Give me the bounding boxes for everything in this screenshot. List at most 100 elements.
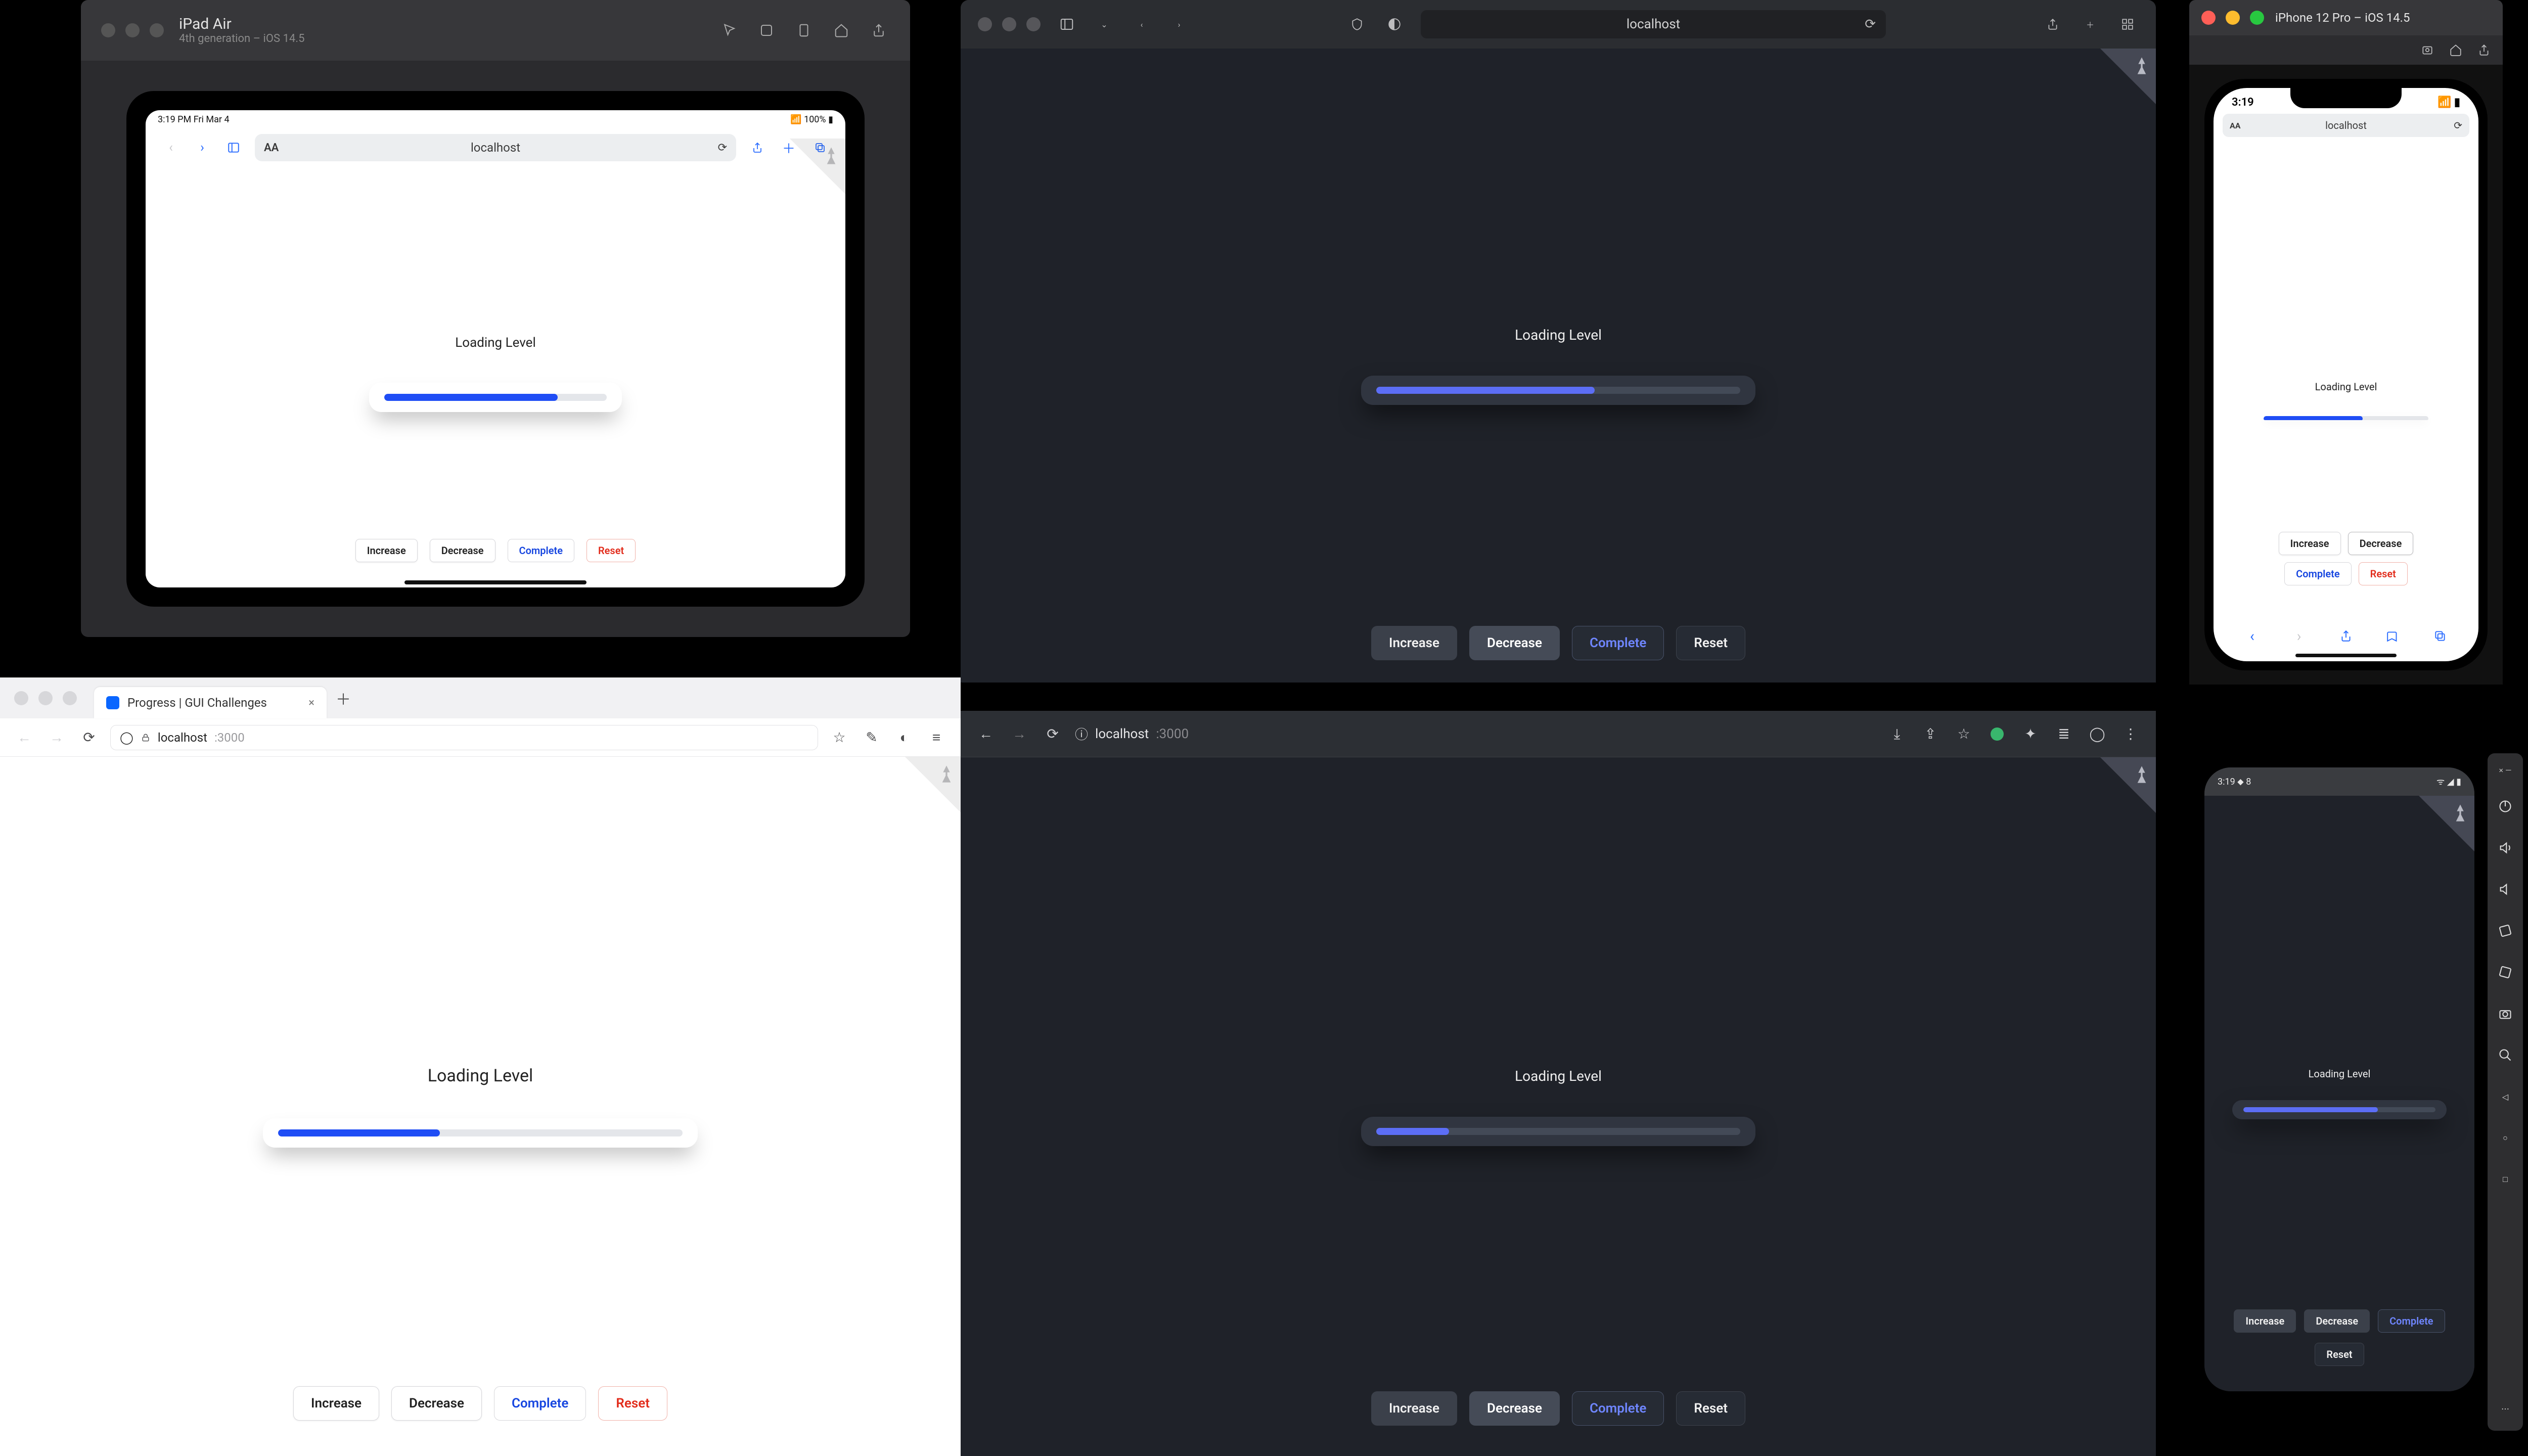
- forward-icon[interactable]: →: [1008, 723, 1030, 745]
- back-icon[interactable]: ‹: [161, 138, 181, 158]
- appearance-icon[interactable]: [1383, 13, 1406, 35]
- complete-button[interactable]: Complete: [2284, 562, 2351, 585]
- back-icon[interactable]: ←: [13, 726, 35, 749]
- back-nav-icon[interactable]: ◁: [2495, 1086, 2515, 1107]
- home-nav-icon[interactable]: ○: [2495, 1128, 2515, 1148]
- emulator-close-row[interactable]: × —: [2499, 765, 2512, 775]
- close-tab-icon[interactable]: ×: [308, 697, 314, 709]
- reset-button[interactable]: Reset: [586, 539, 636, 562]
- kebab-menu-icon[interactable]: ⋮: [2119, 723, 2142, 745]
- new-tab-button[interactable]: ＋: [331, 686, 356, 711]
- bookmarks-icon[interactable]: [2383, 626, 2403, 646]
- bookmark-star-icon[interactable]: ☆: [828, 726, 850, 749]
- chrome-url-field[interactable]: ⓘ localhost:3000: [1075, 724, 1875, 743]
- account-icon[interactable]: ◐: [893, 726, 915, 749]
- increase-button[interactable]: Increase: [2279, 532, 2341, 555]
- lock-icon[interactable]: [141, 733, 151, 743]
- back-icon[interactable]: ←: [975, 723, 997, 745]
- reset-button[interactable]: Reset: [1676, 626, 1745, 660]
- zoom-icon[interactable]: [2495, 1045, 2515, 1065]
- eyedropper-icon[interactable]: ✎: [861, 726, 883, 749]
- complete-button[interactable]: Complete: [1572, 626, 1664, 660]
- reload-icon[interactable]: ⟳: [2454, 119, 2462, 131]
- extension-icon[interactable]: [1986, 723, 2008, 745]
- forward-icon[interactable]: →: [46, 726, 68, 749]
- extensions-puzzle-icon[interactable]: ✦: [2019, 723, 2042, 745]
- forward-icon[interactable]: ›: [1168, 13, 1190, 35]
- bookmark-star-icon[interactable]: ☆: [1953, 723, 1975, 745]
- reload-icon[interactable]: ⟳: [718, 142, 727, 154]
- window-traffic-lights[interactable]: [101, 23, 164, 37]
- back-icon[interactable]: ‹: [2242, 626, 2262, 646]
- reset-button[interactable]: Reset: [1676, 1391, 1745, 1426]
- complete-button[interactable]: Complete: [1572, 1391, 1664, 1426]
- decrease-button[interactable]: Decrease: [391, 1386, 482, 1421]
- share-icon[interactable]: [2336, 626, 2356, 646]
- safari-url-field[interactable]: localhost ⟳: [1421, 10, 1886, 38]
- volume-down-icon[interactable]: [2495, 879, 2515, 899]
- sidebar-icon[interactable]: [223, 138, 244, 158]
- complete-button[interactable]: Complete: [508, 539, 574, 562]
- reset-button[interactable]: Reset: [598, 1386, 667, 1421]
- increase-button[interactable]: Increase: [2234, 1309, 2296, 1333]
- screenshot-icon[interactable]: [2421, 43, 2434, 57]
- screenshot-icon[interactable]: [755, 19, 778, 41]
- site-info-icon[interactable]: ⓘ: [1075, 724, 1088, 743]
- share-icon[interactable]: [747, 138, 768, 158]
- rotate-icon[interactable]: [793, 19, 815, 41]
- shield-icon[interactable]: [1346, 13, 1368, 35]
- reader-aa-icon[interactable]: AA: [264, 142, 279, 154]
- share-icon[interactable]: [2477, 43, 2491, 57]
- decrease-button[interactable]: Decrease: [2348, 532, 2414, 555]
- share-icon[interactable]: [868, 19, 890, 41]
- pointer-icon[interactable]: [718, 19, 740, 41]
- iphone-url-field[interactable]: AA localhost ⟳: [2223, 114, 2469, 137]
- reload-icon[interactable]: ⟳: [1042, 723, 1064, 745]
- firefox-url-field[interactable]: ◯ localhost:3000: [110, 725, 818, 750]
- decrease-button[interactable]: Decrease: [430, 539, 495, 562]
- tabs-icon[interactable]: [2116, 13, 2139, 35]
- volume-up-icon[interactable]: [2495, 838, 2515, 858]
- hamburger-menu-icon[interactable]: ≡: [925, 726, 947, 749]
- ipad-url-field[interactable]: AA localhost ⟳: [255, 134, 736, 161]
- share-icon[interactable]: ⇪: [1919, 723, 1942, 745]
- rotate-right-icon[interactable]: [2495, 962, 2515, 982]
- account-avatar-icon[interactable]: ◯: [2086, 723, 2108, 745]
- share-icon[interactable]: [2042, 13, 2064, 35]
- home-icon[interactable]: [830, 19, 852, 41]
- reload-icon[interactable]: ⟳: [78, 726, 100, 749]
- tabs-icon[interactable]: [2430, 626, 2450, 646]
- forward-icon[interactable]: ›: [192, 138, 212, 158]
- increase-button[interactable]: Increase: [293, 1386, 379, 1421]
- complete-button[interactable]: Complete: [494, 1386, 586, 1421]
- increase-button[interactable]: Increase: [1371, 1391, 1457, 1426]
- decrease-button[interactable]: Decrease: [1469, 1391, 1560, 1426]
- window-traffic-lights[interactable]: [2201, 11, 2264, 25]
- ipad-window-titlebar[interactable]: iPad Air 4th generation – iOS 14.5: [81, 0, 910, 61]
- power-icon[interactable]: [2495, 796, 2515, 816]
- complete-button[interactable]: Complete: [2378, 1309, 2445, 1333]
- home-icon[interactable]: [2449, 43, 2462, 57]
- sidebar-icon[interactable]: [1056, 13, 1078, 35]
- decrease-button[interactable]: Decrease: [2304, 1309, 2370, 1333]
- overview-nav-icon[interactable]: □: [2495, 1169, 2515, 1190]
- rotate-left-icon[interactable]: [2495, 921, 2515, 941]
- reading-list-icon[interactable]: ≣: [2053, 723, 2075, 745]
- reload-icon[interactable]: ⟳: [1865, 17, 1876, 32]
- decrease-button[interactable]: Decrease: [1469, 626, 1560, 660]
- back-icon[interactable]: ‹: [1131, 13, 1153, 35]
- window-traffic-lights[interactable]: [978, 17, 1041, 31]
- reset-button[interactable]: Reset: [2315, 1343, 2364, 1366]
- increase-button[interactable]: Increase: [1371, 626, 1457, 660]
- reader-aa-icon[interactable]: AA: [2230, 121, 2241, 130]
- browser-tab[interactable]: Progress | GUI Challenges ×: [94, 687, 327, 718]
- install-icon[interactable]: ⤓: [1886, 723, 1908, 745]
- iphone-window-titlebar[interactable]: iPhone 12 Pro – iOS 14.5: [2189, 0, 2503, 35]
- reset-button[interactable]: Reset: [2359, 562, 2408, 585]
- shield-icon[interactable]: ◯: [120, 731, 133, 745]
- forward-icon[interactable]: ›: [2289, 626, 2309, 646]
- new-tab-icon[interactable]: ＋: [2079, 13, 2101, 35]
- chevron-down-icon[interactable]: ⌄: [1093, 13, 1115, 35]
- camera-icon[interactable]: [2495, 1004, 2515, 1024]
- more-icon[interactable]: ⋯: [2495, 1398, 2515, 1419]
